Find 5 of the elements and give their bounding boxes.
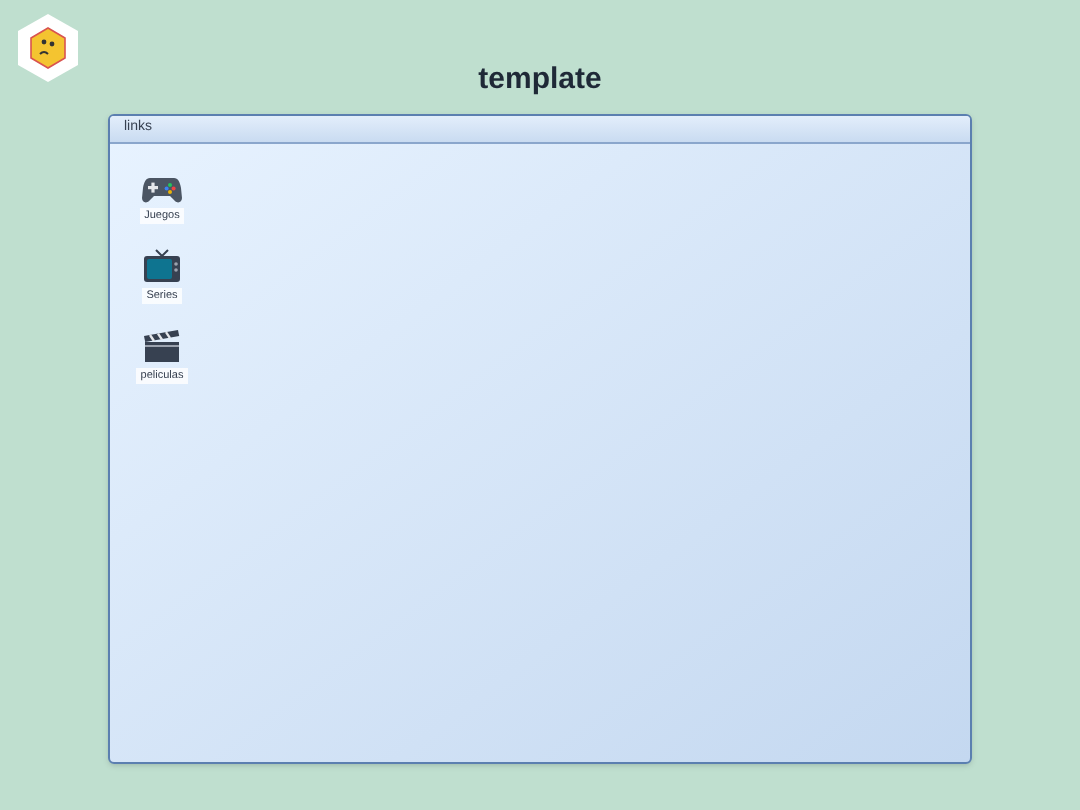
page-title: template — [478, 62, 602, 98]
gamepad-icon — [142, 172, 182, 204]
logo[interactable] — [16, 12, 80, 84]
clapperboard-icon — [142, 328, 182, 364]
television-icon — [142, 248, 182, 284]
